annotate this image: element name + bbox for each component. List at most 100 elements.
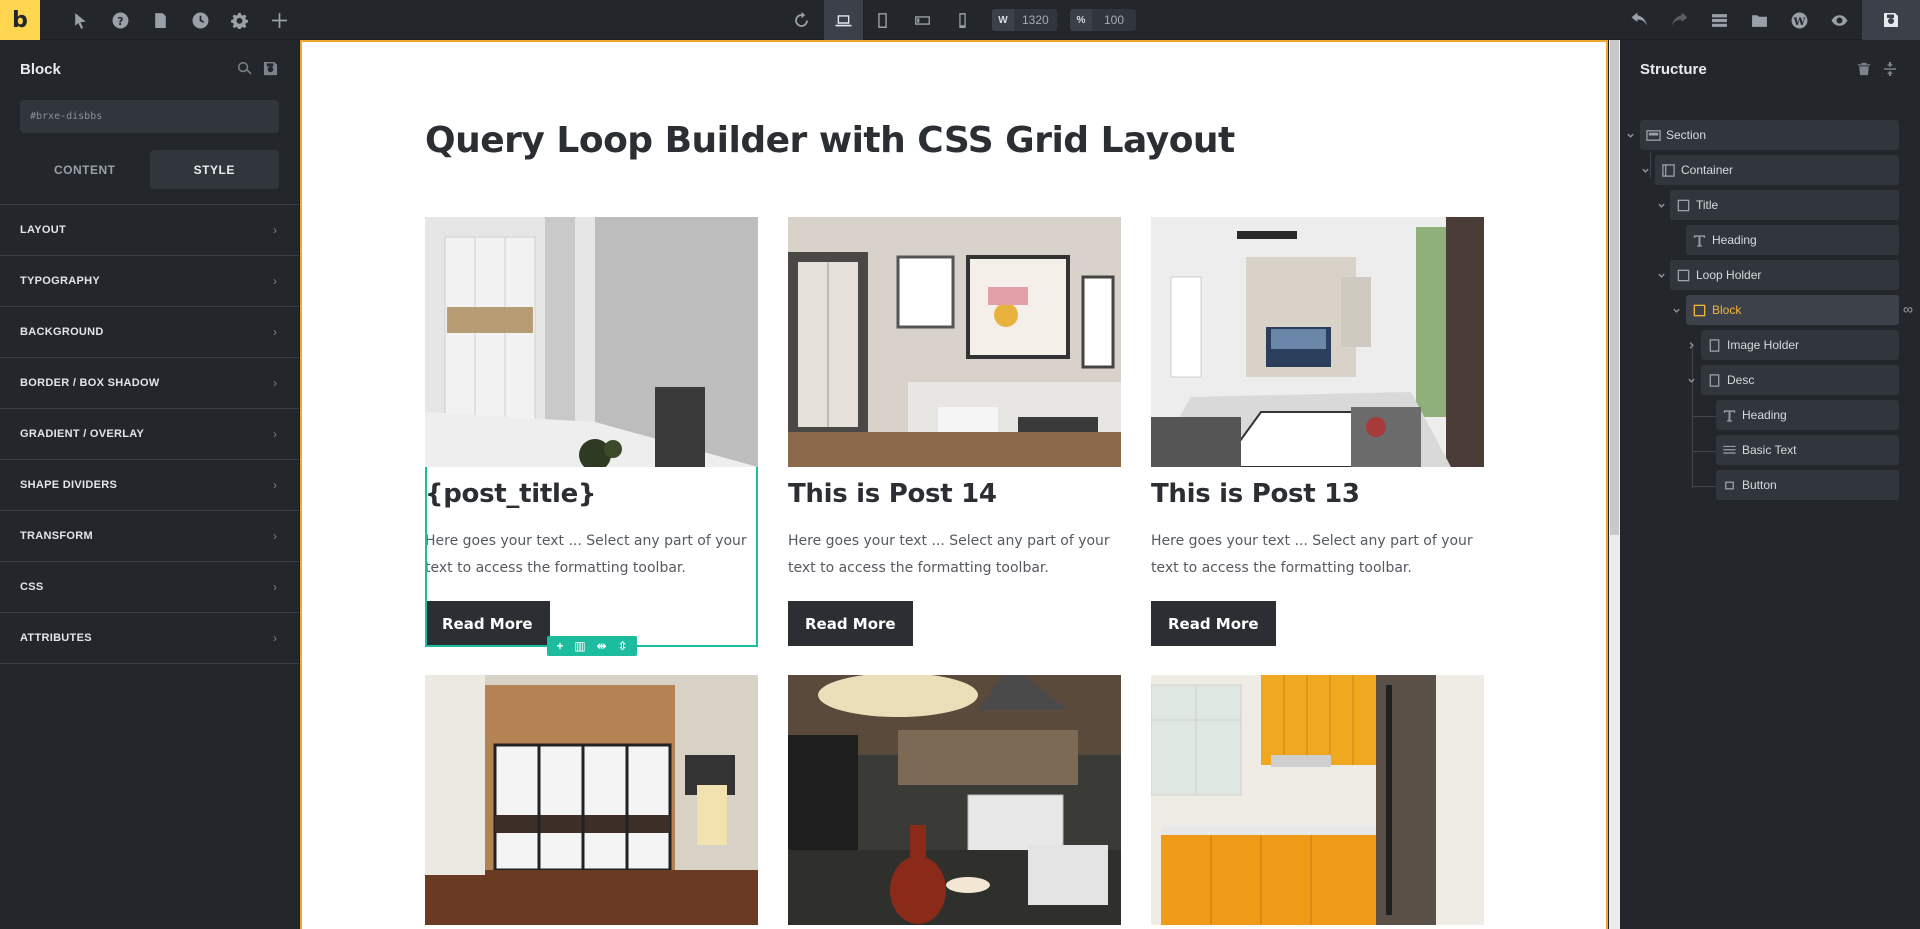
save-icon[interactable] [263,61,279,77]
section-background[interactable]: BACKGROUND › [0,307,299,358]
tab-style[interactable]: STYLE [149,150,279,189]
history-icon[interactable] [183,0,217,40]
bricks-logo[interactable]: b [0,0,40,40]
post-excerpt[interactable]: Here goes your text ... Select any part … [788,528,1128,582]
section-transform[interactable]: TRANSFORM › [0,511,299,562]
width-field[interactable]: W 1320 [992,9,1057,31]
post-image[interactable] [425,217,758,467]
trash-icon[interactable] [1857,62,1871,81]
post-image[interactable] [788,217,1121,467]
structure-item-title[interactable]: Title [1670,190,1899,220]
section-border-box-shadow[interactable]: BORDER / BOX SHADOW › [0,358,299,409]
chevron-right-icon: › [273,427,277,441]
structure-item-image-holder[interactable]: Image Holder [1701,330,1899,360]
section-attributes[interactable]: ATTRIBUTES › [0,613,299,664]
read-more-button[interactable]: Read More [1151,601,1276,646]
help-icon[interactable]: ? [103,0,137,40]
chevron-down-icon[interactable] [1638,155,1652,185]
folder-icon[interactable] [1742,0,1776,40]
post-card[interactable] [788,675,1121,925]
chevron-down-icon[interactable] [1623,120,1637,150]
tab-content[interactable]: CONTENT [20,150,150,189]
structure-item-container[interactable]: Container [1655,155,1899,185]
section-css[interactable]: CSS › [0,562,299,613]
block-icon [1686,295,1712,325]
post-image[interactable] [425,675,758,925]
div-icon [1670,190,1696,220]
pointer-icon[interactable] [63,0,97,40]
resize-horizontal-icon[interactable]: ⇹ [597,636,607,656]
chevron-right-icon: › [273,529,277,543]
undo-icon[interactable] [1622,0,1656,40]
post-card[interactable] [1151,675,1484,925]
builder-canvas[interactable]: Query Loop Builder with CSS Grid Layout … [300,40,1608,929]
zoom-value[interactable]: 100 [1092,13,1136,27]
structure-item-section[interactable]: Section [1640,120,1899,150]
post-image[interactable] [1151,217,1484,467]
resize-vertical-icon[interactable]: ⇳ [617,636,627,656]
redo-icon[interactable] [1662,0,1696,40]
mobile-view-icon[interactable] [945,0,979,40]
read-more-button[interactable]: Read More [788,601,913,646]
post-image[interactable] [1151,675,1484,925]
section-label: LAYOUT [20,224,67,236]
section-layout[interactable]: LAYOUT › [0,205,299,256]
columns-icon[interactable]: ▥ [574,636,585,656]
section-label: BORDER / BOX SHADOW [20,377,160,389]
chevron-right-icon: › [273,631,277,645]
chevron-down-icon[interactable] [1654,260,1668,290]
chevron-down-icon[interactable] [1669,295,1683,325]
chevron-down-icon[interactable] [1654,190,1668,220]
settings-icon[interactable] [222,0,256,40]
width-label: W [992,9,1014,31]
svg-text:?: ? [117,14,123,27]
css-id-field[interactable]: #brxe-disbbs [20,100,279,133]
templates-icon[interactable] [1702,0,1736,40]
chevron-right-icon[interactable] [1684,330,1698,360]
post-card[interactable]: This is Post 14 Here goes your text ... … [788,217,1121,657]
preview-eye-icon[interactable] [1822,0,1856,40]
structure-item-button[interactable]: Button [1716,470,1899,500]
chevron-right-icon: › [273,580,277,594]
search-icon[interactable] [237,61,253,77]
svg-text:W: W [1792,14,1806,27]
scrollbar-thumb[interactable] [1610,40,1619,535]
structure-item-loop-holder[interactable]: Loop Holder [1670,260,1899,290]
structure-item-heading[interactable]: Heading [1686,225,1899,255]
structure-item-heading[interactable]: Heading [1716,400,1899,430]
page-title[interactable]: Query Loop Builder with CSS Grid Layout [425,120,1235,161]
chevron-right-icon: › [273,325,277,339]
width-value[interactable]: 1320 [1014,13,1057,27]
post-card[interactable]: This is Post 13 Here goes your text ... … [1151,217,1484,657]
tree-line [1692,416,1716,417]
post-excerpt[interactable]: Here goes your text ... Select any part … [1151,528,1491,582]
style-sections: LAYOUT › TYPOGRAPHY › BACKGROUND › BORDE… [0,204,299,664]
post-title[interactable]: This is Post 14 [788,479,997,509]
canvas-scrollbar[interactable] [1609,40,1620,929]
chevron-down-icon[interactable] [1684,365,1698,395]
section-typography[interactable]: TYPOGRAPHY › [0,256,299,307]
tablet-landscape-icon[interactable] [905,0,939,40]
tablet-portrait-icon[interactable] [865,0,899,40]
structure-item-block[interactable]: Block [1686,295,1899,325]
add-icon[interactable]: + [556,636,563,656]
add-element-icon[interactable] [262,0,296,40]
section-shape-dividers[interactable]: SHAPE DIVIDERS › [0,460,299,511]
section-gradient-overlay[interactable]: GRADIENT / OVERLAY › [0,409,299,460]
pages-icon[interactable] [143,0,177,40]
collapse-icon[interactable] [1883,62,1897,81]
section-label: SHAPE DIVIDERS [20,479,118,491]
post-image[interactable] [788,675,1121,925]
zoom-field[interactable]: % 100 [1070,9,1137,31]
loop-infinity-icon: ∞ [1903,301,1913,317]
structure-item-desc[interactable]: Desc [1701,365,1899,395]
wordpress-icon[interactable]: W [1782,0,1816,40]
structure-item-basic-text[interactable]: Basic Text [1716,435,1899,465]
reload-icon[interactable] [784,0,818,40]
section-label: BACKGROUND [20,326,104,338]
post-card[interactable] [425,675,758,925]
post-title[interactable]: This is Post 13 [1151,479,1360,509]
save-button[interactable] [1862,0,1920,40]
tree-line [1692,451,1716,452]
desktop-view-icon[interactable] [824,0,863,40]
